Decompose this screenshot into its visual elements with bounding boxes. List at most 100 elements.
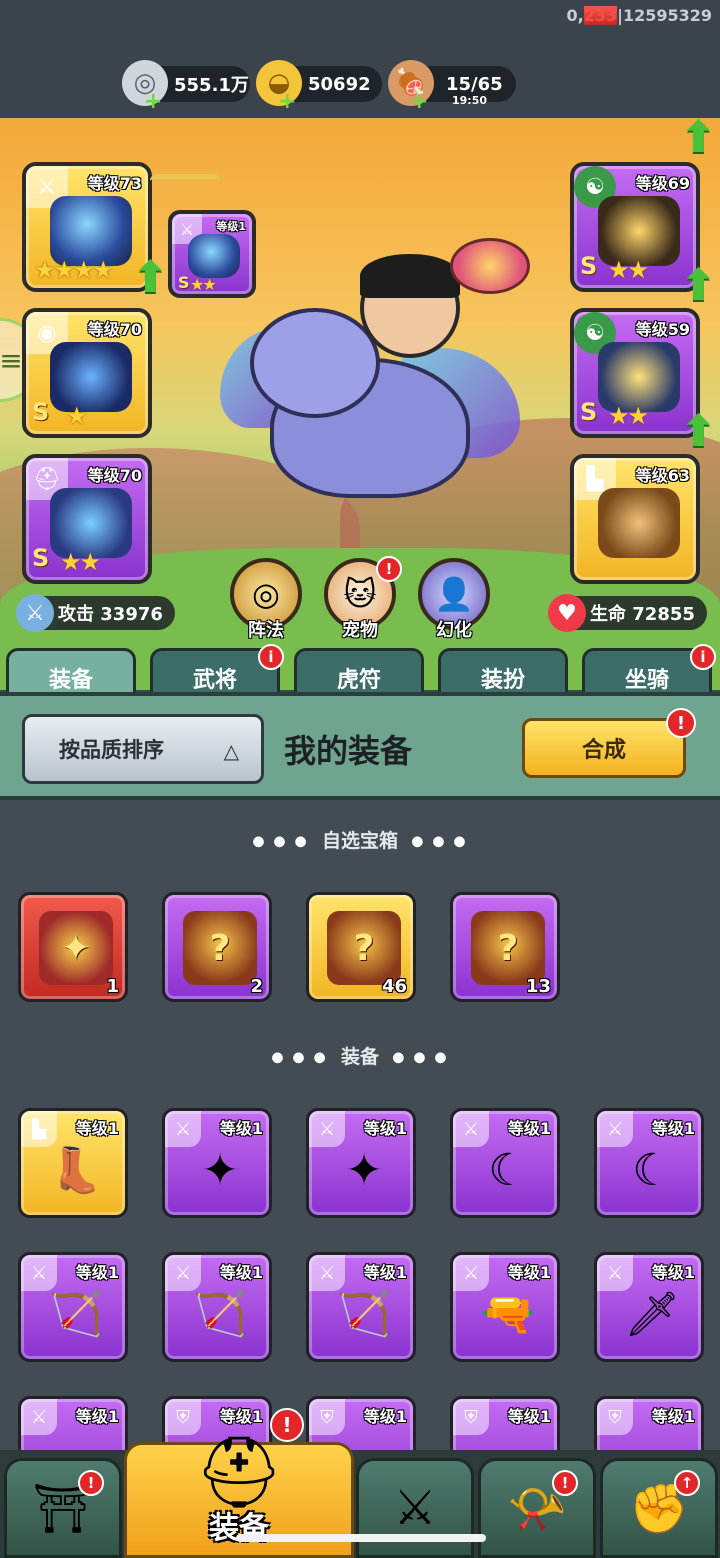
alert-badge-icon: ! (376, 556, 402, 582)
equipment-item[interactable]: ⚔ 等级1 ✦ (306, 1108, 416, 1218)
boot-icon: 👢 (48, 1145, 104, 1196)
attack-value: 攻击 33976 (58, 604, 163, 625)
add-icon[interactable]: + (410, 89, 428, 114)
slot-level: 等级70 (87, 466, 142, 485)
shuriken-icon: ✦ (201, 1144, 239, 1196)
inventory-list: ● ● ● 自选宝箱 ● ● ● ✦ 1 ? 2 ? 46 ? 13 ● ● ●… (0, 800, 720, 1506)
grade-label: S (32, 398, 50, 426)
star-rating: ★★★★ (34, 256, 114, 284)
panel-title: 我的装备 (284, 732, 413, 770)
nav-battle[interactable]: ⚔ (356, 1458, 474, 1558)
equipment-item[interactable]: ▙ 等级1 👢 (18, 1108, 128, 1218)
equipment-item[interactable]: ⚔ 等级1 🏹 (18, 1252, 128, 1362)
add-icon[interactable]: + (144, 89, 162, 114)
item-count: 13 (525, 976, 551, 997)
glaive-icon: 🗡 (624, 1289, 680, 1340)
upgrade-arrow-icon: ⬆ (680, 260, 717, 311)
alert-badge-icon: ! (78, 1470, 104, 1496)
slot-level: 等级63 (635, 466, 690, 485)
sword-icon: ⚔ (16, 594, 54, 632)
chest-item[interactable]: ? 2 (162, 892, 272, 1002)
hero-on-mount[interactable] (220, 238, 530, 528)
chest-item[interactable]: ? 13 (450, 892, 560, 1002)
stamina-resource[interactable]: 🍖 + 15/65 19:50 (388, 60, 516, 114)
nav-upgrade[interactable]: ✊ (600, 1458, 718, 1558)
section-title: 装备 (340, 1046, 379, 1068)
tab-label: 虎符 (336, 667, 381, 693)
item-count: 2 (250, 976, 263, 997)
item-level: 等级1 (75, 1407, 119, 1426)
equipment-item[interactable]: ⚔ 等级1 ☾ (594, 1108, 704, 1218)
game-screen: 0,233|12595329 ◎ + 555.1万 ◒ + 50692 🍖 + … (0, 0, 720, 1558)
equipment-item[interactable]: ⚔ 等级1 🗡 (594, 1252, 704, 1362)
add-icon[interactable]: + (278, 89, 296, 114)
slot-level: 等级70 (87, 320, 142, 339)
upgrade-arrow-icon: ⬆ (680, 118, 717, 163)
alert-badge-icon: ! (552, 1470, 578, 1496)
helmet-slot[interactable]: ⛑ 等级70 S ★★ (22, 454, 152, 584)
item-level: 等级1 (363, 1119, 407, 1138)
chest-item[interactable]: ✦ 1 (18, 892, 128, 1002)
section-header-chests: ● ● ● 自选宝箱 ● ● ● (0, 826, 720, 853)
equipment-item[interactable]: ⚔ 等级1 🏹 (162, 1252, 272, 1362)
medal-slot[interactable]: ◉ 等级70 S ★ (22, 308, 152, 438)
panel-header: 按品质排序 △ 我的装备 合成 ! (0, 692, 720, 800)
triangle-up-icon: △ (223, 739, 239, 763)
nav-horn[interactable]: 📯 (478, 1458, 596, 1558)
debug-info: 0,233|12595329 (566, 6, 712, 25)
spirit-icon: 👤 (434, 575, 474, 613)
equipment-item[interactable]: ⚔ 等级1 🏹 (306, 1252, 416, 1362)
tab-costume[interactable]: 装扮 (438, 648, 568, 696)
synthesize-button[interactable]: 合成 (522, 718, 686, 778)
item-level: 等级1 (651, 1119, 695, 1138)
home-indicator[interactable] (236, 1534, 486, 1542)
tab-bar: 装备 武将 i 虎符 装扮 坐骑 i (0, 644, 720, 696)
star-rating: ★★ (608, 402, 649, 430)
star-rating: ★★ (60, 548, 101, 576)
alert-badge-icon: ! (666, 708, 696, 738)
slot-level: 等级73 (87, 174, 142, 193)
dots-icon: ● ● ● (411, 833, 468, 850)
star-rating: ★★ (190, 275, 217, 294)
cat-icon: 🐱 (343, 575, 377, 613)
formation-label: 阵法 (248, 620, 284, 641)
crossbow-icon: 🏹 (336, 1289, 392, 1340)
gun-icon: 🔫 (480, 1289, 536, 1340)
tab-equipment[interactable]: 装备 (6, 648, 136, 696)
item-count: 46 (381, 976, 407, 997)
shuriken-icon: ✦ (345, 1144, 383, 1196)
chest-item[interactable]: ? 46 (306, 892, 416, 1002)
equipment-item[interactable]: ⚔ 等级1 ✦ (162, 1108, 272, 1218)
sort-dropdown[interactable]: 按品质排序 △ (22, 714, 264, 784)
dots-icon: ● ● ● (252, 833, 309, 850)
grade-label: S (580, 252, 598, 280)
nav-shop[interactable]: ⛩ (4, 1458, 122, 1558)
equipment-item[interactable]: ⚔ 等级1 🔫 (450, 1252, 560, 1362)
sort-label: 按品质排序 (59, 738, 164, 762)
crossbow-icon: 🏹 (48, 1289, 104, 1340)
crossbow-icon: 🏹 (192, 1289, 248, 1340)
hp-stat: ♥ 生命 72855 (548, 594, 707, 632)
crossed-swords-icon: ⚔ (393, 1480, 437, 1536)
stamina-value: 15/65 (446, 73, 503, 95)
dots-icon: ● ● ● (271, 1049, 328, 1066)
curved-blade-icon: ☾ (488, 1144, 528, 1196)
item-level: 等级1 (507, 1119, 551, 1138)
upgrade-arrow-icon: ⬆ (132, 252, 169, 303)
info-badge-icon: i (258, 644, 284, 670)
alert-badge-icon: ! (270, 1408, 304, 1442)
tab-label: 装扮 (480, 667, 525, 693)
gold-resource[interactable]: ◒ + 50692 (256, 60, 382, 114)
pet-label: 宠物 (342, 620, 378, 641)
equipment-item[interactable]: ⚔ 等级1 ☾ (450, 1108, 560, 1218)
curved-blade-icon: ☾ (632, 1144, 672, 1196)
mount-head (250, 308, 380, 418)
slot-level: 等级1 (216, 220, 246, 233)
boot-slot[interactable]: ▙ 等级63 (570, 454, 700, 584)
tab-tiger-tally[interactable]: 虎符 (294, 648, 424, 696)
item-level: 等级1 (219, 1407, 263, 1426)
silver-resource[interactable]: ◎ + 555.1万 (122, 60, 250, 114)
top-bar: 0,233|12595329 ◎ + 555.1万 ◒ + 50692 🍖 + … (0, 0, 720, 118)
grade-label: S (32, 544, 50, 572)
item-level: 等级1 (507, 1407, 551, 1426)
